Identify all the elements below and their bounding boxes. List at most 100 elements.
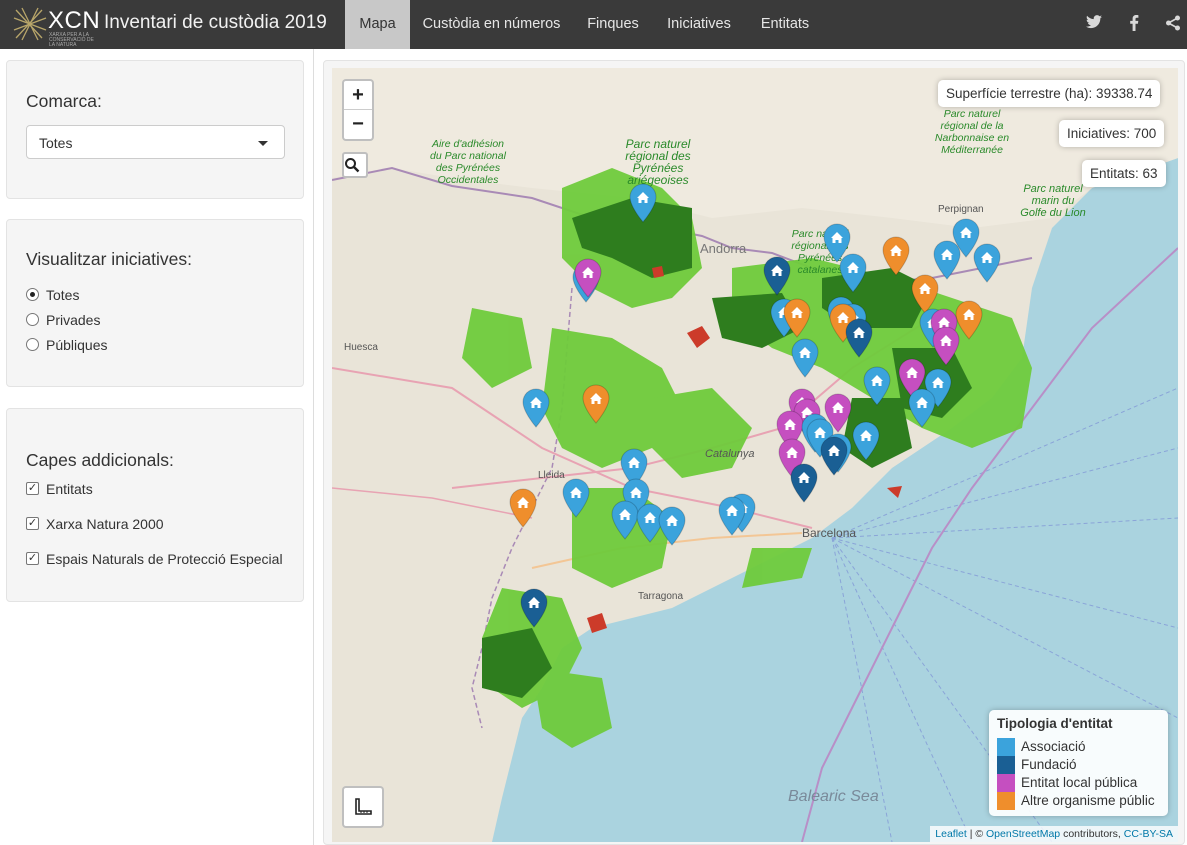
legend-label: Fundació xyxy=(1021,757,1077,772)
map-marker[interactable] xyxy=(908,388,936,428)
map-marker[interactable] xyxy=(562,478,590,518)
legend-swatch xyxy=(997,792,1015,810)
park-label: Parc naturel régional des Pyrénées ariég… xyxy=(625,137,691,187)
map-marker[interactable] xyxy=(763,256,791,296)
tab-mapa[interactable]: Mapa xyxy=(345,0,410,49)
capes-panel: Capes addicionals: ✓ Entitats ✓ Xarxa Na… xyxy=(6,408,304,602)
map-label-lleida: Lleida xyxy=(538,470,565,481)
zoom-out-button[interactable]: − xyxy=(344,110,372,139)
park-label: Parc naturel régional de la Narbonnaise … xyxy=(934,108,1010,156)
home-marker-icon xyxy=(658,506,686,546)
home-marker-icon xyxy=(973,243,1001,283)
home-marker-icon xyxy=(783,298,811,338)
map-attribution: Leaflet | © OpenStreetMap contributors, … xyxy=(930,826,1178,842)
map-marker[interactable] xyxy=(790,463,818,503)
map-marker[interactable] xyxy=(522,388,550,428)
zoom-in-button[interactable]: + xyxy=(344,81,372,110)
map-label-tarragona: Tarragona xyxy=(638,591,684,602)
legend-label: Associació xyxy=(1021,739,1086,754)
map-marker[interactable] xyxy=(611,500,639,540)
map-marker[interactable] xyxy=(582,384,610,424)
home-marker-icon xyxy=(882,236,910,276)
home-marker-icon xyxy=(520,588,548,628)
twitter-icon[interactable] xyxy=(1085,15,1103,33)
map-marker[interactable] xyxy=(932,326,960,366)
tab-entitats[interactable]: Entitats xyxy=(745,0,825,49)
xcn-logo[interactable]: XCN XARXA PER A LA CONSERVACIÓ DE LA NAT… xyxy=(12,4,100,48)
home-marker-icon xyxy=(852,421,880,461)
logo-text: XCN xyxy=(48,7,101,34)
map-marker[interactable] xyxy=(520,588,548,628)
visualitzar-panel: Visualitzar iniciatives: Totes Privades … xyxy=(6,219,304,387)
map-marker[interactable] xyxy=(574,258,602,298)
app-title: Inventari de custòdia 2019 xyxy=(104,12,327,33)
map-marker[interactable] xyxy=(783,298,811,338)
map-marker[interactable] xyxy=(629,183,657,223)
radio-label: Públiques xyxy=(46,337,108,353)
osm-link[interactable]: OpenStreetMap xyxy=(986,828,1060,840)
checkbox-label: Entitats xyxy=(46,481,93,497)
tab-iniciatives[interactable]: Iniciatives xyxy=(653,0,745,49)
home-marker-icon xyxy=(509,488,537,528)
radio-button[interactable] xyxy=(26,338,39,351)
radio-button[interactable] xyxy=(26,313,39,326)
tab-finques[interactable]: Finques xyxy=(573,0,653,49)
home-marker-icon xyxy=(839,253,867,293)
info-entitats: Entitats: 63 xyxy=(1082,160,1166,187)
home-marker-icon xyxy=(562,478,590,518)
tab-custodia-en-numeros[interactable]: Custòdia en números xyxy=(410,0,573,49)
checkbox[interactable]: ✓ xyxy=(26,517,39,530)
home-marker-icon xyxy=(908,388,936,428)
home-marker-icon xyxy=(820,436,848,476)
home-marker-icon xyxy=(629,183,657,223)
map-marker[interactable] xyxy=(820,436,848,476)
checkbox[interactable]: ✓ xyxy=(26,482,39,495)
map-label-huesca: Huesca xyxy=(344,342,378,353)
radio-label: Totes xyxy=(46,287,80,303)
map-marker[interactable] xyxy=(718,496,746,536)
attribution-text: contributors, xyxy=(1060,828,1124,840)
home-marker-icon xyxy=(863,366,891,406)
legend-title: Tipologia d'entitat xyxy=(997,716,1113,731)
license-link[interactable]: CC-BY-SA xyxy=(1124,828,1173,840)
checkbox-label: Xarxa Natura 2000 xyxy=(46,516,164,532)
map-marker[interactable] xyxy=(973,243,1001,283)
home-marker-icon xyxy=(574,258,602,298)
checkbox[interactable]: ✓ xyxy=(26,552,39,565)
map-marker[interactable] xyxy=(863,366,891,406)
park-label: Parc naturel marin du Golfe du Lion xyxy=(1020,183,1086,219)
map-label-barcelona: Barcelona xyxy=(802,526,857,540)
map-label-perpignan: Perpignan xyxy=(938,204,984,215)
map-marker[interactable] xyxy=(509,488,537,528)
leaflet-link[interactable]: Leaflet xyxy=(935,828,967,840)
map-marker[interactable] xyxy=(791,338,819,378)
capes-label: Capes addicionals: xyxy=(26,450,174,470)
share-icon[interactable] xyxy=(1164,15,1182,33)
radio-button[interactable] xyxy=(26,288,39,301)
attribution-sep: | © xyxy=(966,828,987,840)
legend-swatch xyxy=(997,756,1015,774)
legend-label: Altre organisme públic xyxy=(1021,793,1155,808)
map-marker[interactable] xyxy=(852,421,880,461)
chevron-down-icon xyxy=(258,141,268,146)
facebook-icon[interactable] xyxy=(1125,15,1143,33)
map-label-balearic-sea: Balearic Sea xyxy=(788,788,879,805)
comarca-select[interactable]: Totes xyxy=(26,125,285,159)
measure-button[interactable] xyxy=(342,786,384,828)
map-marker[interactable] xyxy=(882,236,910,276)
map-marker[interactable] xyxy=(839,253,867,293)
navbar: XCN XARXA PER A LA CONSERVACIÓ DE LA NAT… xyxy=(0,0,1187,49)
legend-label: Entitat local pública xyxy=(1021,775,1138,790)
map-label-catalunya: Catalunya xyxy=(705,448,755,460)
visualitzar-label: Visualitzar iniciatives: xyxy=(26,249,192,269)
map-canvas[interactable]: Aire d'adhésion du Parc national des Pyr… xyxy=(332,68,1178,842)
legend-swatch xyxy=(997,738,1015,756)
home-marker-icon xyxy=(522,388,550,428)
logo-tagline: XARXA PER A LA CONSERVACIÓ DE LA NATURA xyxy=(49,32,94,48)
map-search-button[interactable] xyxy=(342,152,368,178)
info-iniciatives: Iniciatives: 700 xyxy=(1059,120,1165,147)
home-marker-icon xyxy=(845,318,873,358)
info-superficie: Superfície terrestre (ha): 39338.74 xyxy=(938,80,1161,107)
map-marker[interactable] xyxy=(658,506,686,546)
map-marker[interactable] xyxy=(845,318,873,358)
